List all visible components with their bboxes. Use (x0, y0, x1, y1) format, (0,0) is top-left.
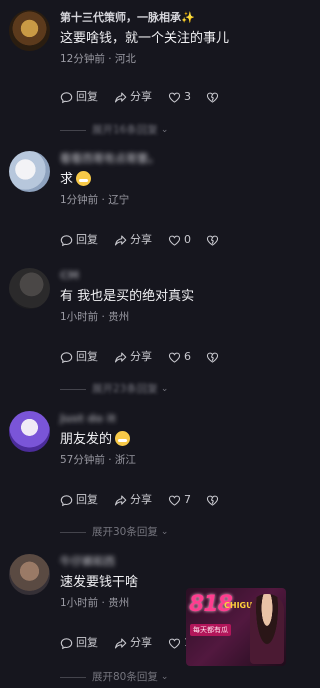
expand-replies-button[interactable]: 展开16条回复 ⌄ (60, 123, 290, 137)
dislike-button[interactable] (206, 89, 222, 105)
comment-body: Just do it 朋友发的 57分钟前 · 浙江 (60, 411, 290, 468)
avatar[interactable] (9, 10, 50, 51)
comment-text: 朋友发的 (60, 431, 290, 449)
share-icon (114, 235, 127, 245)
share-icon (114, 92, 127, 102)
share-button[interactable]: 分享 (114, 492, 152, 508)
share-button[interactable]: 分享 (114, 635, 152, 651)
heart-icon (168, 352, 181, 363)
divider (60, 388, 86, 390)
comment-meta: 57分钟前 · 浙江 (60, 454, 136, 466)
avatar[interactable] (9, 268, 50, 309)
avatar[interactable] (9, 151, 50, 192)
comment-meta: 1分钟前 · 辽宁 (60, 194, 130, 206)
reply-icon (60, 351, 73, 363)
avatar[interactable] (9, 411, 50, 452)
broken-heart-icon (206, 352, 219, 363)
username[interactable]: 第十三代策师，一脉相承✨ (60, 10, 290, 26)
comment-body: CM 有 我也是买的绝对真实 1小时前 · 贵州 (60, 268, 290, 325)
comment-list: 第十三代策师，一脉相承✨ 这要啥钱，就一个关注的事儿 12分钟前 · 河北 回复… (0, 0, 297, 688)
sparkle-icon: ✨ (181, 11, 195, 24)
heart-icon (168, 495, 181, 506)
like-button[interactable]: 3 (168, 89, 191, 105)
comment-body: 看看西哥有点哥雷。 求 1分钟前 · 辽宁 (60, 151, 290, 208)
reply-button[interactable]: 回复 (60, 492, 98, 508)
heart-icon (168, 235, 181, 246)
floating-ad-banner[interactable]: 818 CHIGUA 每天都有瓜 (186, 588, 286, 666)
chevron-down-icon: ⌄ (160, 527, 169, 537)
divider (60, 676, 86, 678)
comment-text: 有 我也是买的绝对真实 (60, 289, 195, 304)
like-count: 3 (184, 90, 191, 103)
comment-actions: 回复 分享 6 (60, 349, 290, 365)
reply-button[interactable]: 回复 (60, 89, 98, 105)
divider (60, 129, 86, 131)
username[interactable]: CM (60, 268, 290, 284)
reply-button[interactable]: 回复 (60, 349, 98, 365)
comment-meta: 1小时前 · 贵州 (60, 311, 130, 323)
like-button[interactable]: 6 (168, 349, 191, 365)
expand-replies-button[interactable]: 展开80条回复 ⌄ (60, 670, 290, 684)
reply-icon (60, 91, 73, 103)
divider (60, 531, 86, 533)
comment-actions: 回复 分享 3 (60, 89, 290, 105)
ad-tagline: 每天都有瓜 (190, 624, 231, 636)
chevron-down-icon: ⌄ (160, 672, 169, 682)
share-icon (114, 495, 127, 505)
expand-replies-button[interactable]: 展开30条回复 ⌄ (60, 525, 290, 539)
like-count: 0 (184, 233, 191, 246)
comment-text: 求 (60, 171, 290, 189)
expand-replies-button[interactable]: 展开23条回复 ⌄ (60, 382, 290, 396)
like-count: 6 (184, 350, 191, 363)
comment-actions: 回复 分享 0 (60, 232, 290, 248)
laughing-emoji-icon (115, 431, 131, 446)
heart-icon (168, 92, 181, 103)
broken-heart-icon (206, 495, 219, 506)
like-count: 7 (184, 493, 191, 506)
grin-emoji-icon (76, 171, 92, 186)
comment-body: 第十三代策师，一脉相承✨ 这要啥钱，就一个关注的事儿 12分钟前 · 河北 (60, 10, 290, 67)
comment-text: 这要啥钱，就一个关注的事儿 (60, 31, 230, 46)
heart-icon (168, 638, 181, 649)
share-icon (114, 352, 127, 362)
like-button[interactable]: 7 (168, 492, 191, 508)
reply-icon (60, 234, 73, 246)
avatar[interactable] (9, 554, 50, 595)
chevron-down-icon: ⌄ (160, 125, 169, 135)
comment-meta: 12分钟前 · 河北 (60, 53, 136, 65)
broken-heart-icon (206, 92, 219, 103)
share-button[interactable]: 分享 (114, 232, 152, 248)
reply-icon (60, 494, 73, 506)
reply-button[interactable]: 回复 (60, 232, 98, 248)
dislike-button[interactable] (206, 492, 222, 508)
username[interactable]: 牛仔裤和西 (60, 554, 290, 570)
comment-actions: 回复 分享 7 (60, 492, 290, 508)
ad-model-image (250, 594, 284, 664)
like-button[interactable]: 0 (168, 232, 191, 248)
chevron-down-icon: ⌄ (160, 384, 169, 394)
username[interactable]: Just do it (60, 411, 290, 427)
username[interactable]: 看看西哥有点哥雷。 (60, 151, 290, 167)
dislike-button[interactable] (206, 232, 222, 248)
share-button[interactable]: 分享 (114, 349, 152, 365)
share-icon (114, 638, 127, 648)
reply-icon (60, 637, 73, 649)
reply-button[interactable]: 回复 (60, 635, 98, 651)
dislike-button[interactable] (206, 349, 222, 365)
broken-heart-icon (206, 235, 219, 246)
share-button[interactable]: 分享 (114, 89, 152, 105)
